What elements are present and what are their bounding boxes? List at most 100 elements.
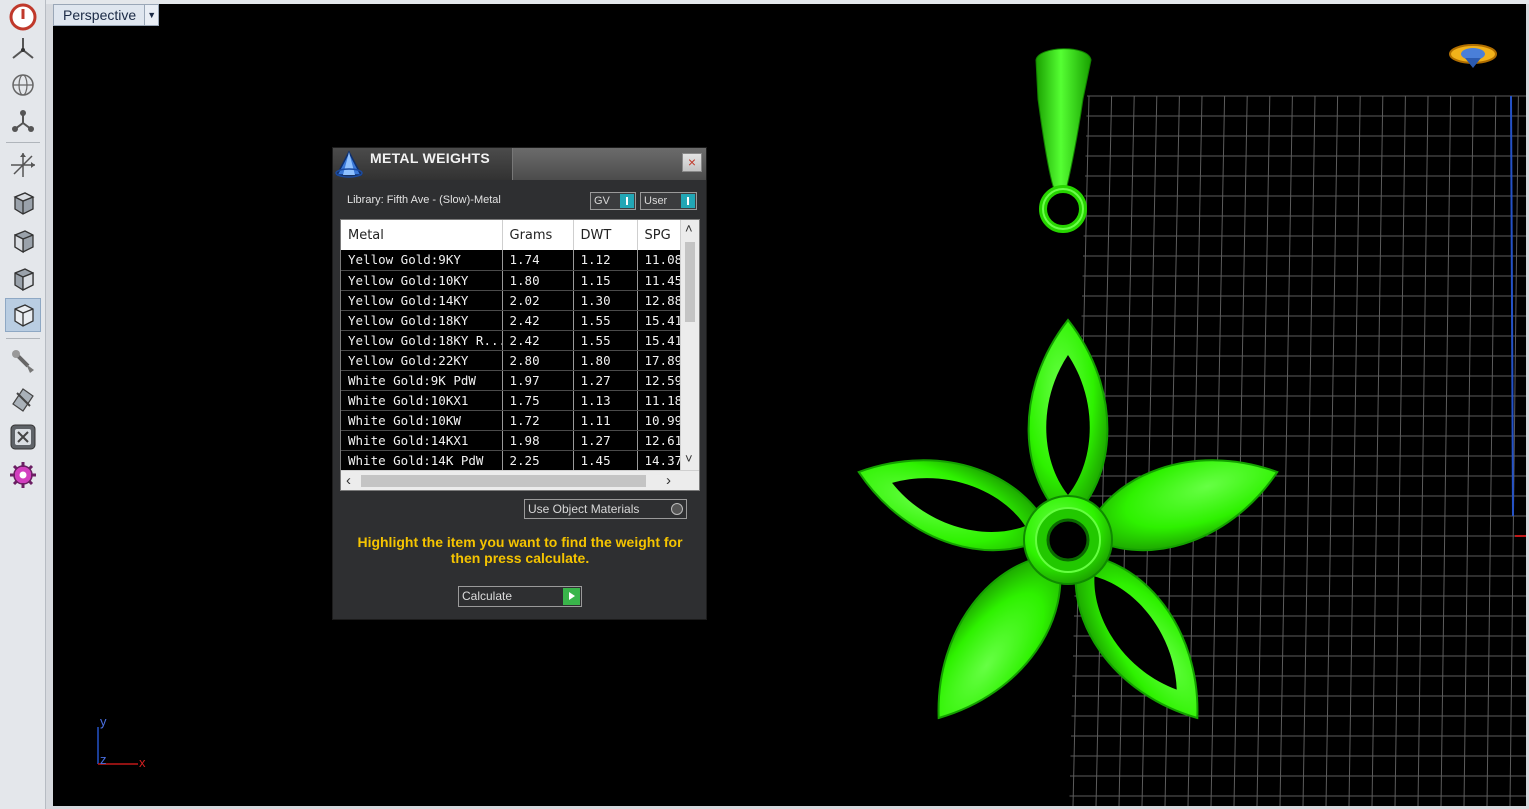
- metal-table: Metal Grams DWT SPG Yellow Gold:9KY 1.74 1…: [340, 219, 700, 491]
- pencil-tools-icon[interactable]: [5, 382, 41, 416]
- pendant-bail[interactable]: [1035, 48, 1092, 233]
- table-row[interactable]: White Gold:10KW 1.72 1.11 10.99: [341, 410, 680, 431]
- gear-icon[interactable]: [5, 458, 41, 492]
- use-object-materials-label: Use Object Materials: [528, 502, 640, 516]
- spg-value: 10.99: [637, 410, 680, 431]
- cube-view-perspective-icon[interactable]: [5, 298, 41, 332]
- gv-toggle[interactable]: GV: [590, 192, 636, 210]
- vertical-scroll-thumb[interactable]: [685, 242, 695, 322]
- metal-name: Yellow Gold:14KY: [341, 290, 503, 311]
- table-row[interactable]: White Gold:9K PdW 1.97 1.27 12.59: [341, 370, 680, 391]
- toggle-knob-icon: [681, 194, 695, 208]
- column-header-metal[interactable]: Metal: [341, 220, 503, 250]
- grams-value: 2.02: [502, 290, 574, 311]
- axis-y-label: y: [100, 714, 107, 729]
- toolbar-separator: [6, 338, 40, 339]
- grid-line: [1348, 95, 1361, 806]
- vertical-scrollbar[interactable]: ˄ ˅: [680, 220, 699, 470]
- table-row[interactable]: Yellow Gold:9KY 1.74 1.12 11.08: [341, 250, 680, 271]
- flower-pendant[interactable]: [847, 318, 1290, 741]
- axis-triad: y z x: [97, 714, 146, 770]
- scroll-right-icon[interactable]: ›: [666, 473, 671, 488]
- table-row[interactable]: Yellow Gold:10KY 1.80 1.15 11.45: [341, 270, 680, 291]
- user-toggle[interactable]: User: [640, 192, 697, 210]
- cube-view-front-icon[interactable]: [5, 224, 41, 258]
- grams-value: 2.80: [502, 350, 574, 371]
- grams-value: 1.98: [502, 430, 574, 451]
- table-row[interactable]: Yellow Gold:14KY 2.02 1.30 12.88: [341, 290, 680, 311]
- globe-icon[interactable]: [5, 68, 41, 102]
- dwt-value: 1.55: [573, 330, 638, 351]
- table-header-row: Metal Grams DWT SPG: [341, 220, 680, 250]
- table-row[interactable]: Yellow Gold:22KY 2.80 1.80 17.89: [341, 350, 680, 371]
- perspective-viewport[interactable]: Perspective ▼ y z x: [53, 4, 1526, 806]
- axis-z-label: z: [100, 752, 107, 767]
- metal-weights-dialog: METAL WEIGHTS × Library: Fifth Ave - (Sl…: [332, 147, 707, 620]
- calculate-button[interactable]: Calculate: [458, 586, 582, 607]
- spg-value: 11.45: [637, 270, 680, 291]
- horizontal-scroll-thumb[interactable]: [361, 475, 646, 487]
- spg-value: 12.59: [637, 370, 680, 391]
- cube-view-top-icon[interactable]: [5, 186, 41, 220]
- table-row[interactable]: White Gold:14KX1 1.98 1.27 12.61: [341, 430, 680, 451]
- grid-line: [1417, 95, 1429, 806]
- dialog-title: METAL WEIGHTS: [370, 150, 491, 166]
- scroll-up-icon[interactable]: ˄: [685, 222, 693, 235]
- scroll-down-icon[interactable]: ˅: [685, 452, 693, 465]
- table-row[interactable]: White Gold:10KX1 1.75 1.13 11.18: [341, 390, 680, 411]
- nodes-icon[interactable]: [5, 104, 41, 138]
- table-row[interactable]: Yellow Gold:18KY R... 2.42 1.55 15.41: [341, 330, 680, 351]
- cube-view-right-icon[interactable]: [5, 262, 41, 296]
- grams-value: 1.75: [502, 390, 574, 411]
- metal-name: Yellow Gold:10KY: [341, 270, 503, 291]
- scroll-left-icon[interactable]: ‹: [346, 473, 351, 488]
- power-icon[interactable]: [5, 0, 41, 34]
- column-header-grams[interactable]: Grams: [502, 220, 574, 250]
- dwt-value: 1.55: [573, 310, 638, 331]
- dwt-value: 1.12: [573, 250, 638, 271]
- grams-value: 2.42: [502, 330, 574, 351]
- close-icon[interactable]: ×: [682, 153, 702, 172]
- grid-line: [1233, 95, 1248, 806]
- play-arrow-icon: [563, 588, 580, 605]
- radio-circle-icon: [671, 503, 683, 515]
- table-row[interactable]: Yellow Gold:18KY 2.42 1.55 15.41: [341, 310, 680, 331]
- viewport-label-text: Perspective: [63, 7, 137, 23]
- brush-icon[interactable]: [5, 344, 41, 378]
- horizontal-scrollbar[interactable]: ‹ ›: [341, 470, 699, 490]
- instructions-text: Highlight the item you want to find the …: [357, 534, 683, 566]
- dwt-value: 1.27: [573, 430, 638, 451]
- grid-line: [1210, 95, 1226, 806]
- grid-line: [1279, 95, 1293, 806]
- toggle-knob-icon: [620, 194, 634, 208]
- dwt-value: 1.15: [573, 270, 638, 291]
- dwt-value: 1.45: [573, 450, 638, 470]
- metal-name: White Gold:10KW: [341, 410, 503, 431]
- library-label: Library: Fifth Ave - (Slow)-Metal: [347, 194, 501, 206]
- move-axes-icon[interactable]: [5, 148, 41, 182]
- grid-line: [1394, 95, 1406, 806]
- dwt-value: 1.27: [573, 370, 638, 391]
- dwt-value: 1.11: [573, 410, 638, 431]
- metal-name: White Gold:9K PdW: [341, 370, 503, 391]
- viewport-label[interactable]: Perspective ▼: [53, 4, 160, 26]
- tri-axis-icon[interactable]: [5, 32, 41, 66]
- navigation-gizmo-icon[interactable]: [1449, 44, 1497, 68]
- grams-value: 1.97: [502, 370, 574, 391]
- dialog-title-bar[interactable]: METAL WEIGHTS ×: [333, 148, 706, 180]
- table-row[interactable]: White Gold:14K PdW 2.25 1.45 14.37: [341, 450, 680, 470]
- column-header-spg[interactable]: SPG: [637, 220, 680, 250]
- grid-line: [1440, 95, 1452, 806]
- spg-value: 11.08: [637, 250, 680, 271]
- spg-value: 12.61: [637, 430, 680, 451]
- app-logo-icon: [335, 150, 363, 178]
- chevron-down-icon[interactable]: ▼: [144, 5, 159, 25]
- grid-line: [1486, 95, 1497, 806]
- use-object-materials-toggle[interactable]: Use Object Materials: [524, 499, 687, 519]
- render-icon[interactable]: [5, 420, 41, 454]
- column-header-dwt[interactable]: DWT: [573, 220, 638, 250]
- grams-value: 1.80: [502, 270, 574, 291]
- grid-line: [1371, 95, 1384, 806]
- metal-name: White Gold:14KX1: [341, 430, 503, 451]
- grams-value: 1.72: [502, 410, 574, 431]
